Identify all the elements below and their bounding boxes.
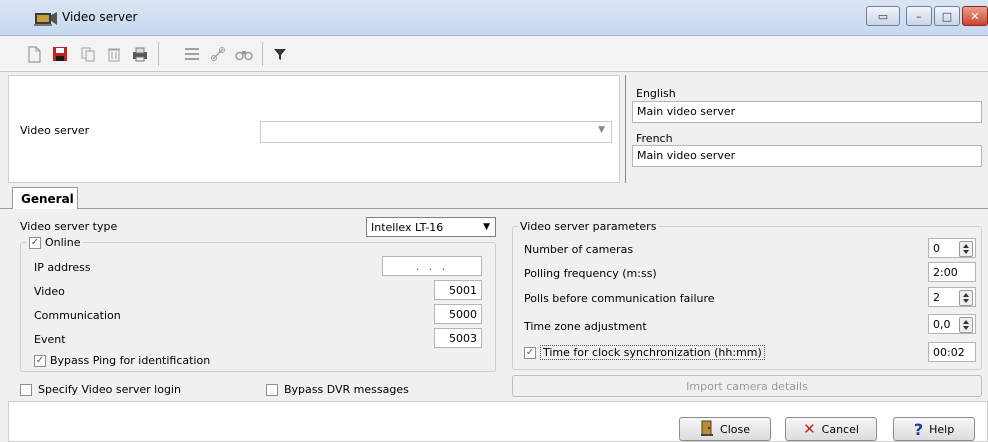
chevron-down-icon: ▼ xyxy=(483,222,490,232)
spinner-icon[interactable] xyxy=(959,290,973,306)
close-window-button[interactable]: ✕ xyxy=(962,6,988,26)
video-server-combo[interactable]: ▼ xyxy=(260,121,612,143)
number-of-cameras-field[interactable]: 0 xyxy=(928,238,976,258)
polls-before-failure-label: Polls before communication failure xyxy=(524,292,715,305)
help-button[interactable]: ? Help xyxy=(893,417,975,441)
toolbar-separator xyxy=(158,42,159,66)
bypass-dvr-label: Bypass DVR messages xyxy=(284,383,409,396)
toolbar-separator xyxy=(262,42,263,66)
bypass-ping-label: Bypass Ping for identification xyxy=(50,354,211,367)
minimize-button[interactable]: – xyxy=(906,6,932,26)
tab-strip-line xyxy=(0,208,988,209)
restore-window-button[interactable]: ▭ xyxy=(866,6,900,26)
filter-icon[interactable] xyxy=(268,42,292,66)
maximize-button[interactable]: □ xyxy=(934,6,960,26)
window-title: Video server xyxy=(62,10,138,24)
spinner-icon[interactable] xyxy=(959,317,973,333)
bypass-dvr-checkbox[interactable] xyxy=(266,383,278,396)
link-icon[interactable] xyxy=(206,42,230,66)
time-zone-adjustment-label: Time zone adjustment xyxy=(524,320,647,333)
cancel-button[interactable]: ✕ Cancel xyxy=(785,417,877,441)
chevron-down-icon: ▼ xyxy=(598,125,605,135)
specify-login-row[interactable]: Specify Video server login xyxy=(20,383,181,396)
title-bar: Video server ▭ – □ ✕ xyxy=(0,0,988,36)
save-icon[interactable] xyxy=(48,42,72,66)
spinner-icon[interactable] xyxy=(959,241,973,257)
video-server-app-icon xyxy=(34,9,58,27)
event-port-field[interactable]: 5003 xyxy=(434,328,482,348)
number-of-cameras-label: Number of cameras xyxy=(524,243,634,256)
print-icon[interactable] xyxy=(128,42,152,66)
toolbar xyxy=(0,36,988,72)
video-server-type-label: Video server type xyxy=(20,220,118,233)
copy-icon[interactable] xyxy=(76,42,100,66)
time-zone-adjustment-field[interactable]: 0,0 xyxy=(928,314,976,334)
clock-sync-row[interactable]: ✓ Time for clock synchronization (hh:mm) xyxy=(524,345,765,360)
french-label: French xyxy=(636,132,673,145)
specify-login-checkbox[interactable] xyxy=(20,383,32,396)
polling-frequency-label: Polling frequency (m:ss) xyxy=(524,267,657,280)
communication-port-label: Communication xyxy=(34,309,121,322)
door-icon xyxy=(700,420,714,439)
french-name-field[interactable]: Main video server xyxy=(632,145,982,167)
clock-sync-time-field[interactable]: 00:02 xyxy=(928,342,976,362)
close-button[interactable]: Close xyxy=(679,417,771,441)
help-question-icon: ? xyxy=(913,419,924,439)
new-icon[interactable] xyxy=(22,42,46,66)
ip-address-field[interactable]: . . . xyxy=(382,256,482,276)
online-checkbox-row[interactable]: ✓ Online xyxy=(26,236,84,249)
video-server-label: Video server xyxy=(20,124,90,137)
cancel-x-icon: ✕ xyxy=(803,420,816,438)
online-label: Online xyxy=(45,236,81,249)
clock-sync-checkbox[interactable]: ✓ xyxy=(524,346,536,359)
polls-before-failure-field[interactable]: 2 xyxy=(928,287,976,307)
english-label: English xyxy=(636,87,676,100)
bypass-dvr-row[interactable]: Bypass DVR messages xyxy=(266,383,409,396)
ip-address-label: IP address xyxy=(34,261,91,274)
parameters-group-label: Video server parameters xyxy=(518,220,659,233)
bypass-ping-checkbox[interactable]: ✓ xyxy=(34,354,46,367)
online-checkbox[interactable]: ✓ xyxy=(29,236,41,249)
find-icon[interactable] xyxy=(232,42,256,66)
tab-general[interactable]: General xyxy=(12,187,78,209)
list-icon[interactable] xyxy=(180,42,204,66)
bypass-ping-row[interactable]: ✓ Bypass Ping for identification xyxy=(34,354,210,367)
video-port-field[interactable]: 5001 xyxy=(434,280,482,300)
delete-icon[interactable] xyxy=(102,42,126,66)
specify-login-label: Specify Video server login xyxy=(38,383,181,396)
import-camera-details-button[interactable]: Import camera details xyxy=(512,375,982,397)
communication-port-field[interactable]: 5000 xyxy=(434,304,482,324)
video-server-type-select[interactable]: Intellex LT-16 ▼ xyxy=(366,217,496,237)
english-name-field[interactable]: Main video server xyxy=(632,101,982,123)
polling-frequency-field[interactable]: 2:00 xyxy=(928,262,976,282)
clock-sync-label: Time for clock synchronization (hh:mm) xyxy=(540,345,765,360)
video-port-label: Video xyxy=(34,285,65,298)
event-port-label: Event xyxy=(34,333,66,346)
